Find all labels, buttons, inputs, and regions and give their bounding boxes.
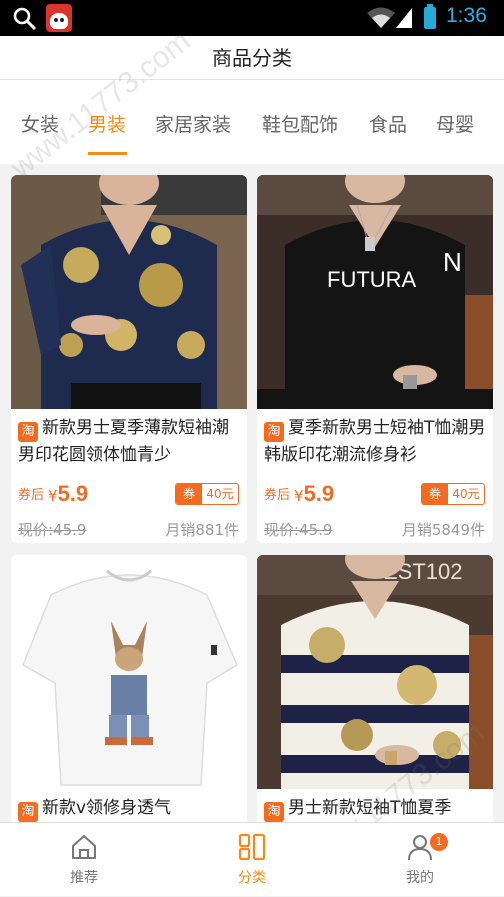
price-row: 券后 ¥5.9	[18, 481, 88, 509]
nav-recommend-label: 推荐	[70, 870, 98, 886]
coupon-tag: 券	[176, 484, 202, 504]
taobao-badge-icon: 淘	[264, 802, 284, 822]
product-image[interactable]: EST102	[257, 555, 493, 789]
clock: 1:36	[446, 4, 487, 27]
user-icon	[408, 835, 432, 861]
monthly-sales: 月销881件	[165, 521, 239, 539]
nav-mine-label: 我的	[406, 870, 434, 886]
product-image[interactable]	[11, 555, 247, 789]
home-icon	[72, 835, 96, 859]
product-title-text: 新款v领修身透气	[42, 798, 172, 818]
tab-men[interactable]: 男装	[88, 110, 126, 137]
product-card[interactable]: EST102 淘男士新款短袖T恤夏季	[257, 555, 493, 822]
product-title-text: 新款男士夏季薄款短袖潮男印花圆领体恤青少	[18, 418, 229, 465]
product-title-text: 男士新款短袖T恤夏季	[288, 798, 452, 818]
coupon-badge[interactable]: 券 40元	[421, 483, 485, 505]
coupon-price: 5.9	[57, 481, 89, 506]
nav-mine[interactable]: 1 我的	[370, 823, 470, 897]
price-row: 券后 ¥5.9	[264, 481, 334, 509]
notification-badge: 1	[430, 833, 448, 851]
nav-category[interactable]: 分类	[202, 823, 302, 897]
product-card[interactable]: FUTURA N 淘夏季新款男士短袖T恤潮男韩版印花潮流修身衫 券后 ¥5.9 券…	[257, 175, 493, 543]
original-price: 现价:45.9	[264, 521, 333, 539]
tab-home[interactable]: 家居家装	[155, 110, 231, 137]
monthly-sales: 月销5849件	[401, 521, 485, 539]
currency-symbol: ¥	[294, 487, 304, 505]
original-price: 现价:45.9	[18, 521, 87, 539]
battery-icon	[424, 4, 436, 29]
tab-women[interactable]: 女装	[21, 110, 59, 137]
coupon-badge[interactable]: 券 40元	[175, 483, 239, 505]
taobao-badge-icon: 淘	[18, 422, 38, 442]
coupon-tag: 券	[422, 484, 448, 504]
category-icon	[238, 833, 266, 861]
product-title-text: 夏季新款男士短袖T恤潮男韩版印花潮流修身衫	[264, 418, 486, 465]
page-title: 商品分类	[0, 36, 504, 80]
product-title[interactable]: 淘新款男士夏季薄款短袖潮男印花圆领体恤青少	[18, 415, 242, 467]
wifi-icon	[367, 7, 395, 28]
status-bar: 1:36	[0, 0, 504, 36]
active-tab-indicator	[88, 152, 127, 155]
taobao-badge-icon: 淘	[264, 422, 284, 442]
product-title[interactable]: 淘夏季新款男士短袖T恤潮男韩版印花潮流修身衫	[264, 415, 488, 467]
product-title[interactable]: 淘新款v领修身透气	[18, 795, 242, 822]
product-card[interactable]: 淘新款男士夏季薄款短袖潮男印花圆领体恤青少 券后 ¥5.9 券 40元 现价:45…	[11, 175, 247, 543]
nav-recommend[interactable]: 推荐	[34, 823, 134, 897]
product-image[interactable]: FUTURA N	[257, 175, 493, 409]
nav-category-label: 分类	[238, 870, 266, 886]
search-icon[interactable]	[12, 6, 38, 32]
signal-icon	[396, 8, 412, 28]
bottom-navigation: 推荐 分类 1 我的	[0, 822, 504, 896]
tab-shoes-bags[interactable]: 鞋包配饰	[262, 110, 338, 137]
product-grid: 淘新款男士夏季薄款短袖潮男印花圆领体恤青少 券后 ¥5.9 券 40元 现价:45…	[0, 164, 504, 822]
shirt-print-text: FUTURA	[327, 267, 417, 292]
svg-text:N: N	[443, 247, 462, 277]
tab-food[interactable]: 食品	[369, 110, 407, 137]
coupon-price-label: 券后	[18, 488, 45, 503]
coupon-price-label: 券后	[264, 488, 291, 503]
coupon-value: 40元	[206, 487, 234, 501]
product-image[interactable]	[11, 175, 247, 409]
coupon-value: 40元	[452, 487, 480, 501]
tab-baby[interactable]: 母婴	[436, 110, 474, 137]
category-tabs: 女装 男装 家居家装 鞋包配饰 食品 母婴	[0, 80, 504, 164]
currency-symbol: ¥	[48, 487, 58, 505]
coupon-price: 5.9	[303, 481, 335, 506]
app-notification-icon	[46, 4, 72, 32]
product-title[interactable]: 淘男士新款短袖T恤夏季	[264, 795, 488, 822]
product-card[interactable]: 淘新款v领修身透气	[11, 555, 247, 822]
taobao-badge-icon: 淘	[18, 802, 38, 822]
